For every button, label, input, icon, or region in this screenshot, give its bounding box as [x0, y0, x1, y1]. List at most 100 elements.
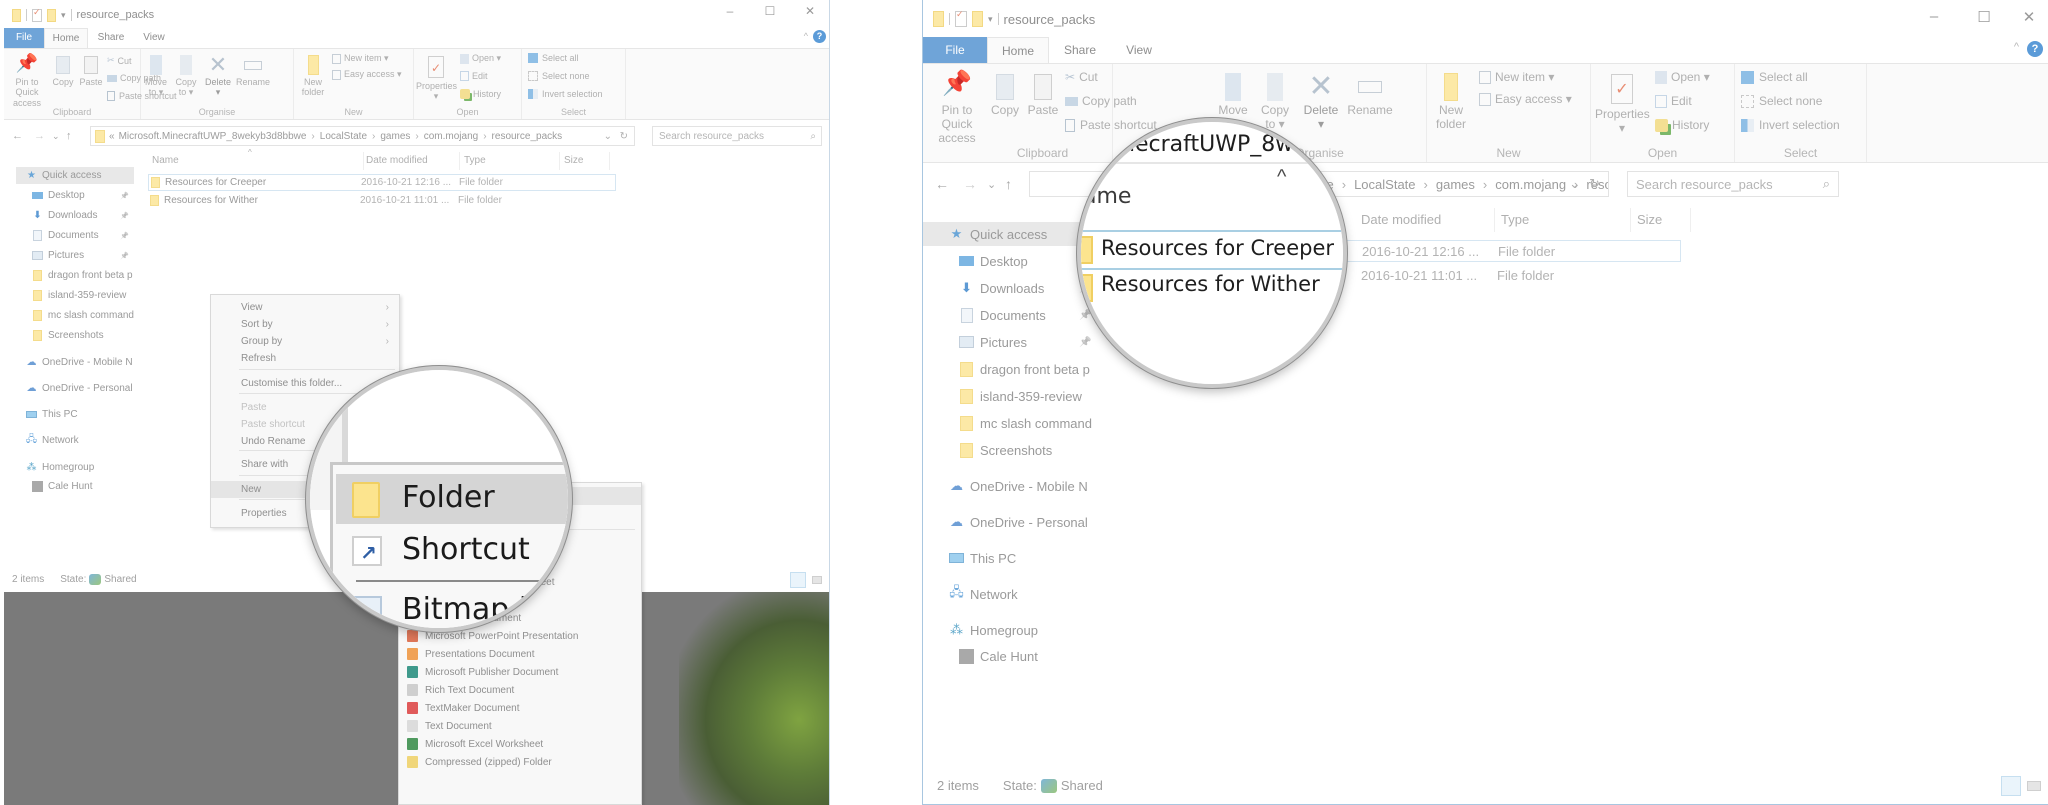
nav-item-pictures[interactable]: Pictures📌	[4, 247, 134, 264]
tab-view[interactable]: View	[134, 28, 174, 48]
pin-to-quick-access-button[interactable]: 📌 Pin to Quick access	[8, 53, 46, 108]
address-dropdown-icon[interactable]: ⌄	[604, 131, 612, 142]
select-none-button[interactable]: Select none	[1741, 94, 1822, 108]
pin-icon[interactable]: 📌	[120, 232, 129, 240]
breadcrumb-separator[interactable]: ›	[483, 131, 486, 142]
back-button[interactable]: ←	[935, 176, 949, 192]
paste-button[interactable]: Paste	[1025, 70, 1061, 118]
large-icons-view-button[interactable]	[812, 576, 822, 584]
properties-button[interactable]: ✓ Properties ▾	[416, 53, 457, 102]
column-name[interactable]: Name ^	[150, 148, 364, 170]
help-icon[interactable]: ?	[2027, 41, 2043, 57]
minimize-button[interactable]: –	[710, 4, 750, 18]
pin-icon[interactable]: 📌	[120, 252, 129, 260]
tab-file[interactable]: File	[923, 37, 987, 63]
history-button[interactable]: History	[1655, 118, 1709, 132]
new-folder-button[interactable]: New folder	[298, 53, 328, 98]
recent-locations-button[interactable]: ⌄	[52, 131, 60, 142]
nav-item-this-pc[interactable]: This PC	[923, 546, 1099, 570]
large-icons-view-button[interactable]	[2027, 781, 2041, 791]
column-type[interactable]: Type	[1495, 208, 1631, 232]
breadcrumb-separator[interactable]: ›	[1424, 177, 1428, 192]
new-submenu-item-rich-text-document[interactable]: Rich Text Document	[399, 681, 641, 699]
breadcrumb-com-mojang[interactable]: com.mojang	[1495, 177, 1566, 192]
easy-access-button[interactable]: Easy access ▾	[332, 69, 402, 80]
nav-item-screenshots[interactable]: Screenshots	[923, 438, 1099, 462]
nav-item-pictures[interactable]: Pictures📌	[923, 330, 1099, 354]
maximize-button[interactable]: ☐	[1959, 8, 2009, 26]
column-type[interactable]: Type	[460, 152, 560, 170]
history-button[interactable]: History	[460, 89, 501, 99]
file-row[interactable]: Resources for Creeper 2016-10-21 12:16 ..…	[148, 174, 616, 191]
delete-button[interactable]: ✕ Delete ▾	[203, 53, 233, 98]
address-dropdown-icon[interactable]: ⌄	[1569, 176, 1580, 192]
column-date-modified[interactable]: Date modified	[364, 152, 460, 170]
file-row[interactable]: Resources for Wither 2016-10-21 11:01 ...…	[148, 192, 616, 209]
nav-item-screenshots[interactable]: Screenshots	[4, 327, 134, 344]
nav-item-downloads[interactable]: ⬇Downloads📌	[4, 207, 134, 224]
nav-item-documents[interactable]: Documents📌	[4, 227, 134, 244]
select-all-button[interactable]: Select all	[1741, 70, 1808, 84]
nav-item-quick-access[interactable]: ★ Quick access	[16, 167, 134, 184]
breadcrumb-localstate[interactable]: LocalState	[1354, 177, 1415, 192]
qat-dropdown-icon[interactable]: ▾	[61, 10, 66, 21]
nav-item-dragon-front-beta-p[interactable]: dragon front beta p	[923, 357, 1099, 381]
nav-item-homegroup[interactable]: ⁂ Homegroup	[4, 459, 134, 476]
cut-button[interactable]: ✂ Cut	[1065, 70, 1098, 84]
nav-item-onedrive-personal[interactable]: ☁ OneDrive - Personal	[923, 510, 1099, 534]
details-view-button[interactable]	[2001, 776, 2021, 796]
breadcrumb-separator[interactable]: ›	[372, 131, 375, 142]
nav-item-island-359-review[interactable]: island-359-review	[923, 384, 1099, 408]
up-button[interactable]: ↑	[1005, 176, 1012, 192]
select-all-button[interactable]: Select all	[528, 53, 579, 63]
tab-home[interactable]: Home	[44, 28, 88, 48]
select-none-button[interactable]: Select none	[528, 71, 590, 81]
nav-item-documents[interactable]: Documents📌	[923, 303, 1099, 327]
search-input[interactable]: Search resource_packs ⌕	[1627, 171, 1839, 197]
nav-item-onedrive-mobile-n[interactable]: ☁ OneDrive - Mobile N	[4, 354, 134, 371]
new-submenu-item-textmaker-document[interactable]: TextMaker Document	[399, 699, 641, 717]
nav-item-dragon-front-beta-p[interactable]: dragon front beta p	[4, 267, 134, 284]
breadcrumb-separator[interactable]: ›	[311, 131, 314, 142]
mag-shortcut-label[interactable]: Shortcut	[402, 532, 530, 567]
collapse-ribbon-icon[interactable]: ^	[804, 31, 808, 41]
copy-to-button[interactable]: Copy to ▾	[171, 53, 201, 98]
pin-to-quick-access-button[interactable]: 📌 Pin to Quick access	[929, 70, 985, 145]
breadcrumb-games[interactable]: games	[1436, 177, 1475, 192]
breadcrumb-resource-packs[interactable]: resource_packs	[492, 131, 563, 142]
column-date-modified[interactable]: Date modified	[1361, 208, 1495, 232]
close-button[interactable]: ✕	[790, 4, 829, 18]
new-submenu-item-text-document[interactable]: Text Document	[399, 717, 641, 735]
maximize-button[interactable]: ☐	[750, 4, 790, 18]
new-folder-button[interactable]: New folder	[1431, 70, 1471, 132]
nav-item-cale-hunt[interactable]: Cale Hunt	[923, 644, 1099, 668]
copy-button[interactable]: Copy	[987, 70, 1023, 118]
forward-button[interactable]: →	[963, 176, 977, 192]
new-submenu-item-presentations-document[interactable]: Presentations Document	[399, 645, 641, 663]
search-icon[interactable]: ⌕	[810, 131, 816, 142]
new-item-button[interactable]: New item ▾	[1479, 70, 1554, 84]
recent-locations-button[interactable]: ⌄	[987, 178, 996, 191]
context-menu-item-group-by[interactable]: Group by ›	[211, 333, 399, 350]
breadcrumb-separator[interactable]: ›	[415, 131, 418, 142]
folder-icon[interactable]	[933, 11, 944, 27]
context-menu-item-refresh[interactable]: Refresh	[211, 350, 399, 367]
close-button[interactable]: ✕	[2009, 8, 2048, 26]
new-submenu-item-compressed-zipped-folder[interactable]: Compressed (zipped) Folder	[399, 753, 641, 771]
refresh-icon[interactable]: ↻	[620, 131, 628, 142]
mag-file-creeper[interactable]: Resources for Creeper	[1101, 236, 1334, 260]
tab-share[interactable]: Share	[1049, 37, 1111, 63]
refresh-icon[interactable]: ↻	[1589, 176, 1600, 192]
breadcrumb-com-mojang[interactable]: com.mojang	[424, 131, 478, 142]
move-to-button[interactable]: Move to ▾	[141, 53, 171, 98]
up-button[interactable]: ↑	[66, 130, 72, 142]
invert-selection-button[interactable]: Invert selection	[1741, 118, 1840, 132]
pin-icon[interactable]: 📌	[120, 192, 129, 200]
nav-item-downloads[interactable]: ⬇Downloads📌	[923, 276, 1099, 300]
details-view-button[interactable]	[790, 572, 806, 588]
nav-item-network[interactable]: 🖧 Network	[4, 432, 134, 449]
properties-icon[interactable]	[955, 9, 967, 27]
breadcrumb-separator[interactable]: ›	[1483, 177, 1487, 192]
invert-selection-button[interactable]: Invert selection	[528, 89, 603, 99]
nav-item-network[interactable]: 🖧 Network	[923, 582, 1099, 606]
